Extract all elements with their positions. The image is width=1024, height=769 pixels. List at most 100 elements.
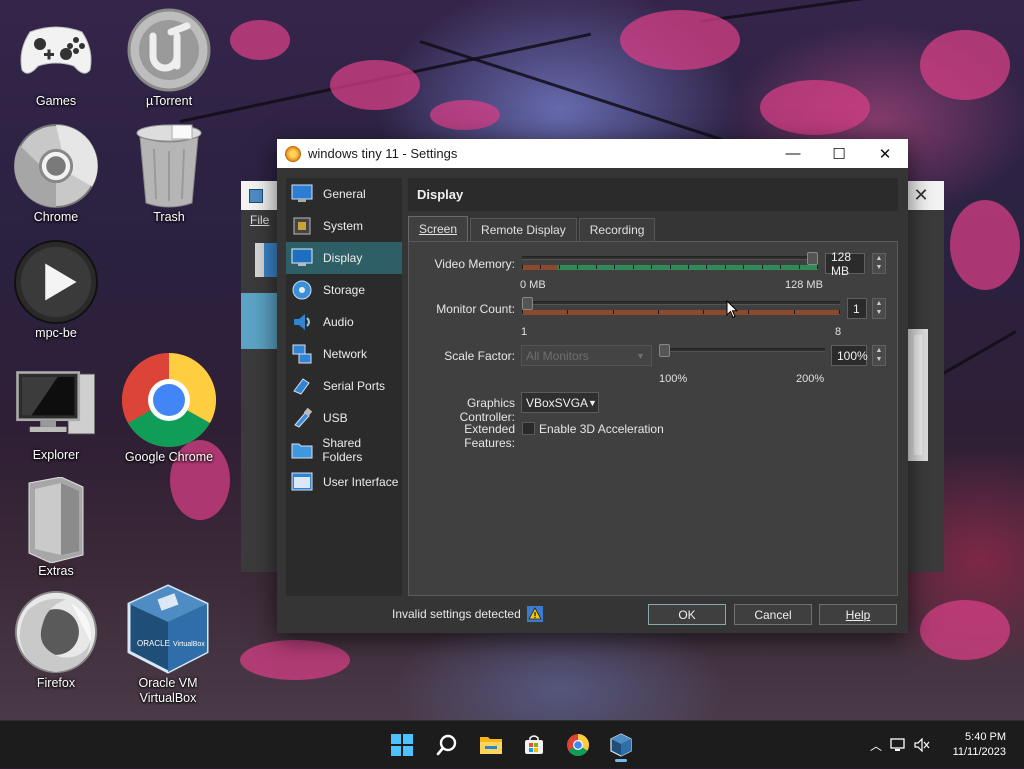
close-button[interactable]: ✕	[862, 139, 908, 168]
desktop-icon-google-chrome[interactable]: Google Chrome	[114, 352, 224, 465]
folder-icon	[290, 438, 313, 462]
slider-tick	[748, 310, 749, 314]
chevron-down-icon[interactable]: ▼	[873, 308, 885, 317]
video-memory-spinbox[interactable]: 128 MB	[825, 250, 865, 278]
slider-tick	[633, 265, 634, 269]
desktop-icon-label: Chrome	[33, 210, 79, 224]
store-icon[interactable]	[516, 727, 552, 763]
chevron-up-icon[interactable]: ▲	[873, 299, 885, 308]
ok-button[interactable]: OK	[648, 604, 726, 625]
general-icon	[290, 182, 314, 206]
desktop-icon-label: Firefox	[36, 676, 76, 690]
slider-tick	[839, 310, 840, 314]
network-monitor-icon[interactable]	[886, 738, 910, 752]
volume-muted-icon[interactable]	[910, 738, 934, 752]
tools-icon[interactable]	[255, 243, 277, 277]
chrome-icon[interactable]	[560, 727, 596, 763]
sidebar-item-general[interactable]: General	[286, 178, 402, 210]
scale-factor-spinbox[interactable]: 100%	[831, 345, 868, 366]
sidebar-item-system[interactable]: System	[286, 210, 402, 242]
minimize-button[interactable]: —	[770, 139, 816, 168]
monitor-count-spinbox[interactable]: 1	[847, 298, 867, 319]
desktop-icon-chrome-metal[interactable]: Chrome	[1, 124, 111, 225]
video-memory-stepper[interactable]: ▲ ▼	[872, 253, 886, 274]
clock-date: 11/11/2023	[952, 746, 1006, 758]
monitor-count-max: 8	[835, 326, 842, 338]
desktop-icon-label: Trash	[153, 210, 185, 224]
desktop-icon-games[interactable]: Games	[1, 8, 111, 109]
extended-features-label: Extended Features:	[464, 422, 515, 450]
desktop-icon-trash[interactable]: Trash	[114, 124, 224, 225]
vm-list-item[interactable]	[241, 293, 277, 349]
video-memory-track	[522, 256, 818, 260]
chevron-down-icon[interactable]: ▼	[873, 263, 885, 272]
sidebar-item-serial-ports[interactable]: Serial Ports	[286, 370, 402, 402]
warning-icon[interactable]	[526, 606, 543, 622]
tab-remote-display[interactable]: Remote Display	[470, 218, 577, 241]
graphics-controller-select[interactable]: VBoxSVGA ▼	[521, 392, 599, 413]
combo-value: VBoxSVGA	[526, 395, 589, 410]
sidebar-item-shared-folders[interactable]: Shared Folders	[286, 434, 402, 466]
sidebar-item-label: Display	[323, 251, 363, 265]
chevron-up-icon[interactable]: ▲	[873, 254, 885, 263]
slider-tick	[799, 265, 800, 269]
slider-tick	[688, 265, 689, 269]
monitor-count-slider-handle[interactable]	[522, 297, 533, 310]
monitor-count-stepper[interactable]: ▲ ▼	[872, 298, 886, 319]
enable-3d-label[interactable]: Enable 3D Acceleration	[539, 422, 664, 436]
slider-tick	[596, 265, 597, 269]
sidebar-item-label: System	[323, 219, 364, 233]
video-memory-min: 0 MB	[520, 279, 546, 291]
sidebar-item-audio[interactable]: Audio	[286, 306, 402, 338]
cancel-button[interactable]: Cancel	[734, 604, 812, 625]
desktop-icon-label: Explorer	[32, 448, 80, 462]
scale-factor-monitor-combo: All Monitors ▼	[521, 345, 652, 366]
network-icon	[290, 342, 314, 366]
usb-icon	[290, 406, 314, 430]
sidebar-item-label: General	[323, 187, 366, 201]
search-icon[interactable]	[429, 727, 465, 763]
settings-panel: Display Screen Remote Display Recording …	[408, 178, 898, 596]
desktop-icon-firefox[interactable]: Firefox	[1, 590, 111, 691]
chevron-up-icon[interactable]: ︿	[866, 737, 886, 754]
sidebar-item-label: USB	[323, 411, 348, 425]
tab-label: Remote Display	[481, 223, 566, 237]
scale-factor-slider-handle[interactable]	[659, 344, 670, 357]
desktop-icon-extras[interactable]: Extras	[1, 477, 111, 579]
video-memory-slider-handle[interactable]	[807, 252, 818, 265]
help-button[interactable]: Help	[819, 604, 897, 625]
tab-recording[interactable]: Recording	[578, 218, 656, 241]
slider-tick	[762, 265, 763, 269]
enable-3d-checkbox[interactable]	[522, 422, 535, 435]
monitor-count-ticks	[522, 310, 840, 314]
video-memory-ticks	[522, 265, 818, 269]
sidebar-item-network[interactable]: Network	[286, 338, 402, 370]
clock[interactable]: 5:40 PM 11/11/2023	[953, 730, 1006, 760]
firefox-icon	[14, 590, 98, 674]
dialog-titlebar[interactable]: windows tiny 11 - Settings — ☐ ✕	[277, 139, 908, 168]
desktop-icon-utorrent[interactable]: µTorrent	[114, 8, 224, 109]
sidebar-item-label: Storage	[323, 283, 366, 297]
scale-factor-stepper[interactable]: ▲ ▼	[872, 345, 886, 366]
sidebar-item-storage[interactable]: Storage	[286, 274, 402, 306]
tab-label: Recording	[589, 223, 645, 237]
sidebar-item-user-interface[interactable]: User Interface	[286, 466, 402, 498]
chevron-down-icon: ▼	[588, 397, 597, 408]
maximize-button[interactable]: ☐	[816, 139, 862, 168]
section-title: Display	[408, 178, 898, 211]
desktop-icon-virtualbox[interactable]: ORACLE VirtualBox Oracle VM VirtualBox	[108, 584, 228, 706]
start-icon[interactable]	[384, 727, 420, 763]
desktop-icon-explorer[interactable]: Explorer	[1, 362, 111, 463]
file-explorer-icon[interactable]	[473, 727, 509, 763]
sidebar-item-display[interactable]: Display	[286, 242, 402, 274]
monitor-count-track	[522, 301, 840, 305]
sidebar-item-usb[interactable]: USB	[286, 402, 402, 434]
virtualbox-icon[interactable]	[603, 727, 639, 763]
menu-file[interactable]: File	[250, 213, 269, 227]
desktop-icon-mpc-be[interactable]: mpc-be	[1, 240, 111, 341]
chevron-up-icon[interactable]: ▲	[873, 346, 885, 355]
chevron-down-icon[interactable]: ▼	[873, 355, 885, 364]
chevron-down-icon: ▼	[636, 350, 645, 361]
tab-screen[interactable]: Screen	[408, 216, 469, 241]
gamepad-icon	[14, 8, 98, 92]
